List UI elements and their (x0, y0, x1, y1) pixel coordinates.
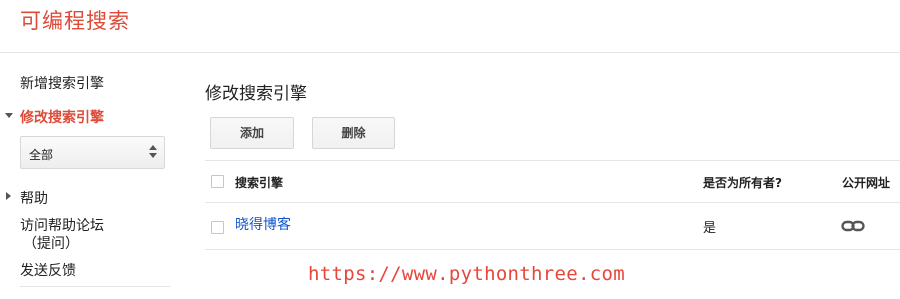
sidebar-item-new-engine[interactable]: 新增搜索引擎 (20, 73, 104, 93)
row-checkbox[interactable] (211, 221, 224, 234)
page-title: 修改搜索引擎 (205, 84, 307, 104)
engine-name-link[interactable]: 晓得博客 (235, 214, 291, 234)
select-arrows-icon (149, 145, 158, 161)
engine-filter-value: 全部 (29, 148, 54, 162)
table-header-divider (205, 202, 900, 203)
header-owner: 是否为所有者? (703, 176, 782, 190)
sidebar-item-help[interactable]: 帮助 (20, 188, 48, 208)
sidebar-item-help-forum[interactable]: 访问帮助论坛 (20, 215, 104, 235)
expanded-triangle-icon (5, 113, 13, 118)
sidebar-item-edit-engine[interactable]: 修改搜索引擎 (20, 107, 104, 127)
link-icon[interactable] (841, 219, 865, 233)
sidebar-item-ask-question[interactable]: （提问） (23, 233, 79, 253)
watermark-url: https://www.pythonthree.com (308, 263, 625, 285)
sidebar: 新增搜索引擎 修改搜索引擎 全部 帮助 访问帮助论坛 （提问） 发送反馈 (0, 53, 170, 299)
add-button[interactable]: 添加 (210, 117, 294, 149)
table-top-divider (205, 160, 900, 161)
delete-button[interactable]: 删除 (312, 117, 395, 149)
header-engine[interactable]: 搜索引擎 (235, 174, 283, 191)
collapsed-triangle-icon[interactable] (6, 192, 11, 200)
table-bottom-divider (205, 249, 900, 250)
select-all-checkbox[interactable] (211, 175, 224, 188)
header-public-url: 公开网址 (842, 176, 891, 190)
owner-value: 是 (703, 221, 717, 236)
app-title[interactable]: 可编程搜索 (20, 5, 130, 35)
app-header: 可编程搜索 (0, 0, 900, 53)
engine-filter-select[interactable]: 全部 (20, 136, 165, 169)
sidebar-divider (20, 286, 170, 287)
sidebar-item-feedback[interactable]: 发送反馈 (20, 260, 76, 280)
